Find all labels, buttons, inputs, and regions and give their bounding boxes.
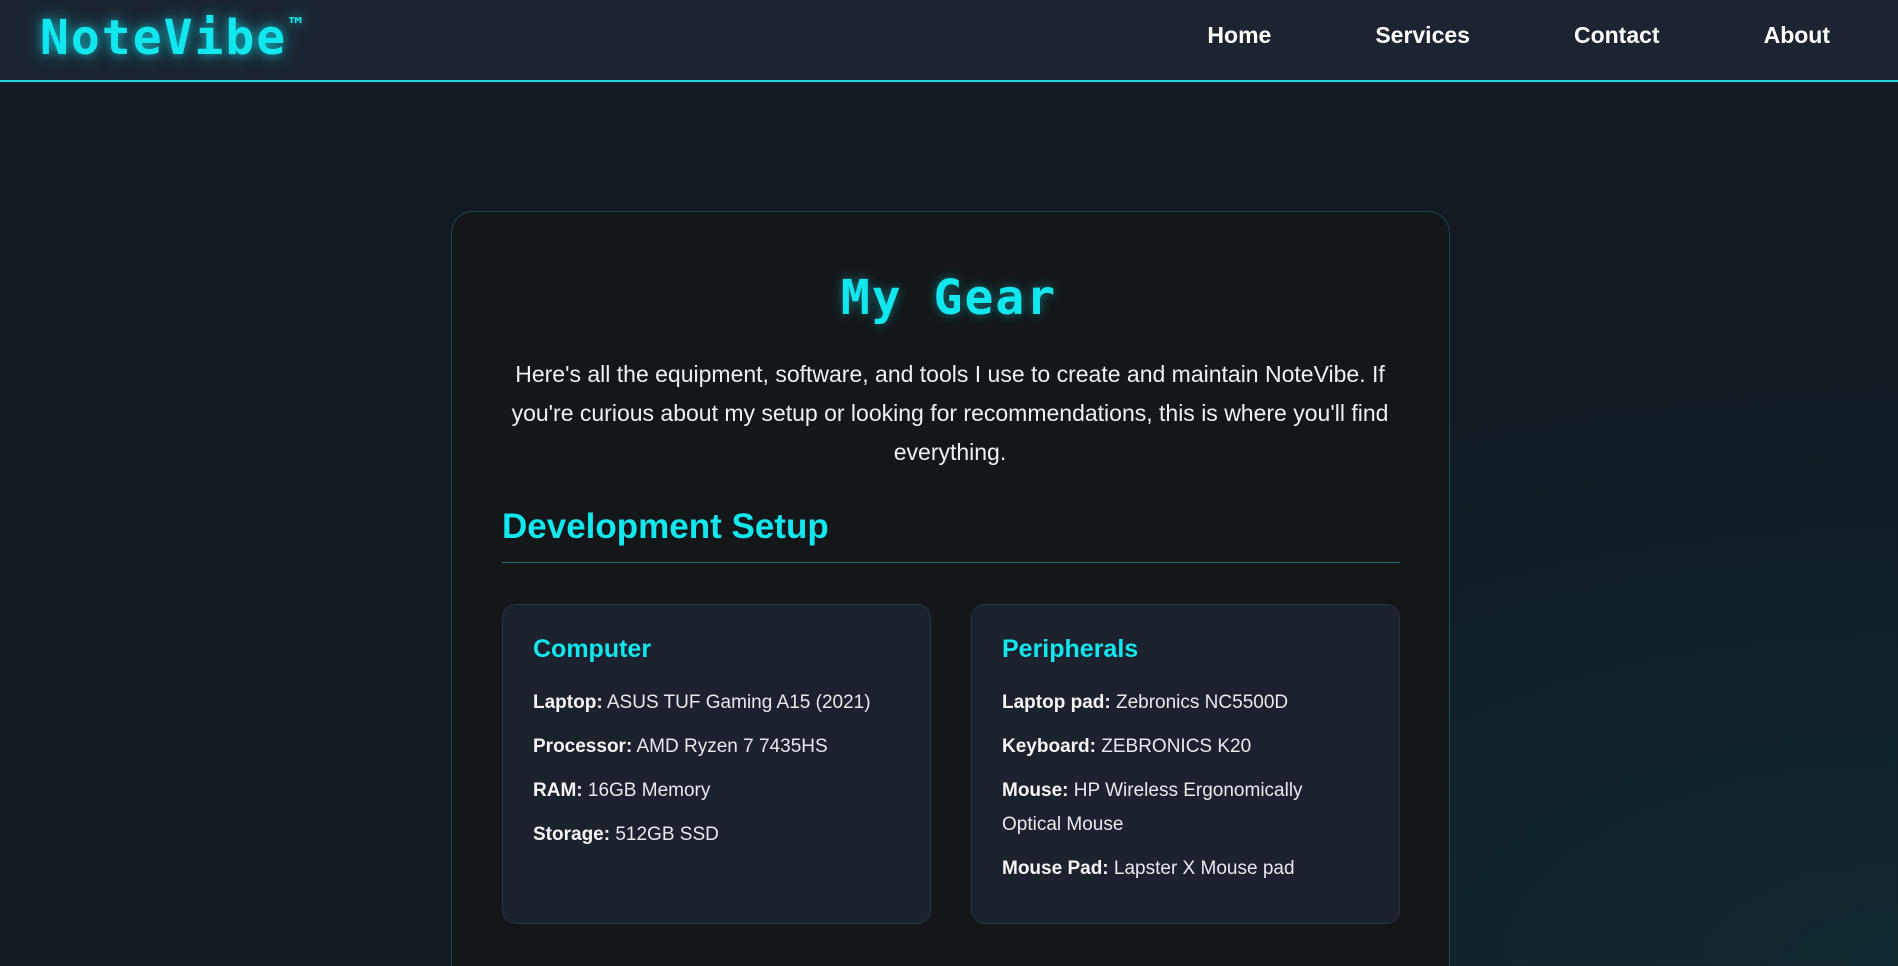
gear-item-key: Storage: — [533, 824, 611, 845]
gear-item-key: RAM: — [533, 780, 583, 801]
gear-item-key: Keyboard: — [1002, 736, 1096, 757]
gear-item-value: AMD Ryzen 7 7435HS — [632, 736, 828, 757]
gear-item-laptop-pad: Laptop pad: Zebronics NC5500D — [1002, 686, 1362, 720]
nav-links: Home Services Contact About — [1103, 22, 1830, 49]
intro-text: Here's all the equipment, software, and … — [511, 361, 1389, 465]
gear-item-value: Lapster X Mouse pad — [1108, 858, 1295, 879]
gear-item-value: ASUS TUF Gaming A15 (2021) — [602, 692, 871, 713]
gear-item-value: Zebronics NC5500D — [1110, 692, 1289, 713]
gear-card-computer: Computer Laptop: ASUS TUF Gaming A15 (20… — [502, 604, 931, 924]
gear-item-mouse: Mouse: HP Wireless Ergonomically Optical… — [1002, 774, 1362, 842]
gear-item-keyboard: Keyboard: ZEBRONICS K20 — [1002, 730, 1362, 764]
gear-card-title: Peripherals — [1002, 635, 1139, 663]
gear-item-key: Processor: — [533, 736, 633, 757]
gear-item-storage: Storage: 512GB SSD — [533, 818, 893, 852]
section-divider — [502, 562, 1400, 563]
gear-item-key: Mouse: — [1002, 780, 1069, 801]
gear-item-mouse-pad: Mouse Pad: Lapster X Mouse pad — [1002, 852, 1362, 886]
gear-item-value: 16GB Memory — [582, 780, 711, 801]
nav-link-home[interactable]: Home — [1207, 22, 1271, 49]
gear-card-title: Computer — [533, 635, 652, 663]
logo-text: NoteVibe — [40, 10, 288, 66]
gear-list: Laptop pad: Zebronics NC5500D Keyboard: … — [1002, 686, 1362, 896]
nav-link-services[interactable]: Services — [1375, 22, 1470, 49]
nav-link-about[interactable]: About — [1764, 22, 1830, 49]
gear-item-value: ZEBRONICS K20 — [1095, 736, 1252, 757]
gear-item-ram: RAM: 16GB Memory — [533, 774, 893, 808]
section-title-development-setup: Development Setup — [502, 507, 829, 546]
gear-item-value: 512GB SSD — [610, 824, 719, 845]
gear-item-laptop: Laptop: ASUS TUF Gaming A15 (2021) — [533, 686, 893, 720]
gear-item-key: Mouse Pad: — [1002, 858, 1109, 879]
gear-list: Laptop: ASUS TUF Gaming A15 (2021) Proce… — [533, 686, 893, 862]
trademark-mark: ™ — [289, 14, 305, 39]
gear-item-key: Laptop: — [533, 692, 603, 713]
gear-item-processor: Processor: AMD Ryzen 7 7435HS — [533, 730, 893, 764]
page-title: My Gear — [840, 270, 1058, 326]
top-navbar: NoteVibe™ Home Services Contact About — [0, 0, 1898, 82]
site-logo[interactable]: NoteVibe™ — [40, 10, 304, 66]
nav-link-contact[interactable]: Contact — [1574, 22, 1660, 49]
gear-item-key: Laptop pad: — [1002, 692, 1111, 713]
gear-card-peripherals: Peripherals Laptop pad: Zebronics NC5500… — [971, 604, 1400, 924]
